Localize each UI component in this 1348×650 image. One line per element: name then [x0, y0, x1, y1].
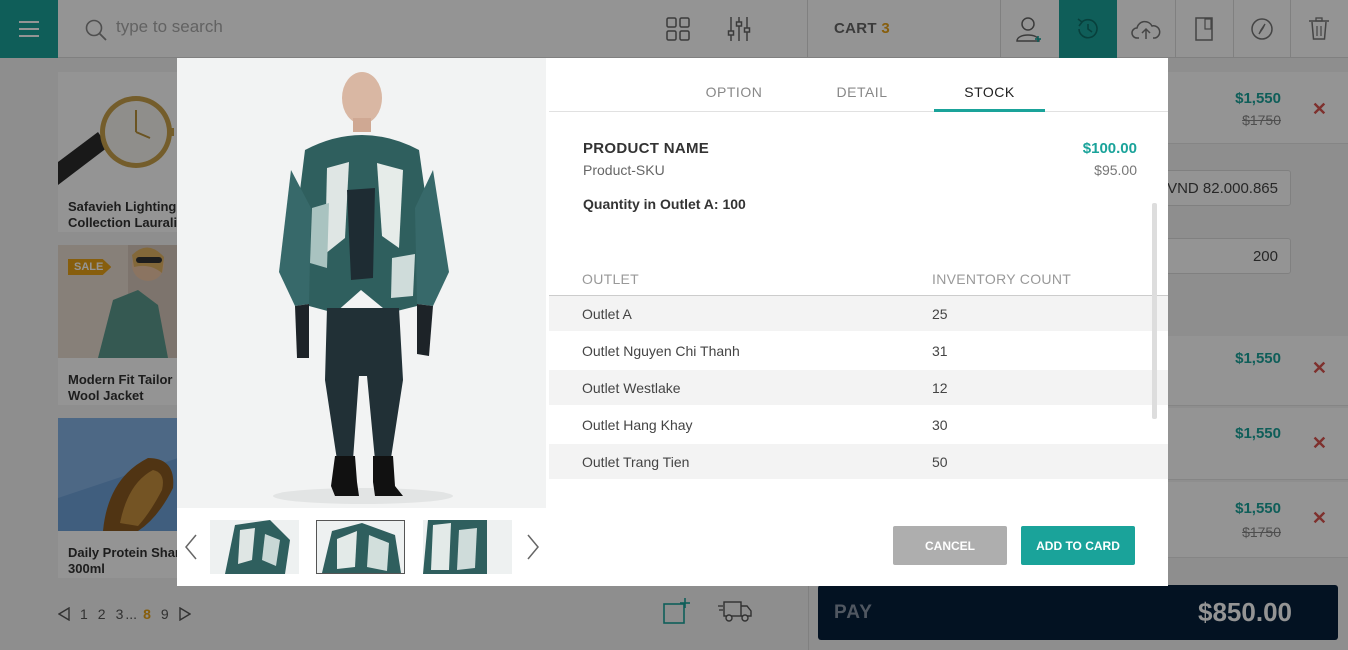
quantity-note: Quantity in Outlet A: 100: [583, 196, 746, 212]
chevron-left-icon[interactable]: [184, 534, 198, 560]
tab-detail[interactable]: DETAIL: [815, 84, 909, 100]
active-tab-indicator: [934, 109, 1045, 112]
scrollbar[interactable]: [1152, 203, 1157, 419]
table-row[interactable]: Outlet Nguyen Chi Thanh 31: [549, 333, 1168, 368]
thumbnail[interactable]: [423, 520, 512, 574]
table-row[interactable]: Outlet A 25: [549, 296, 1168, 331]
outlet-name: Outlet Hang Khay: [582, 417, 693, 433]
thumbnail-selected[interactable]: [316, 520, 405, 574]
thumbnail-strip: [177, 508, 546, 586]
product-photo: [177, 58, 546, 508]
add-to-cart-button[interactable]: ADD TO CARD: [1021, 526, 1135, 565]
product-price: $100.00: [1082, 140, 1137, 157]
inventory-count: 30: [932, 417, 948, 433]
column-header-outlet: OUTLET: [582, 271, 640, 287]
tab-option[interactable]: OPTION: [687, 84, 781, 100]
inventory-count: 31: [932, 343, 948, 359]
table-row[interactable]: Outlet Westlake 12: [549, 370, 1168, 405]
inventory-count: 50: [932, 454, 948, 470]
outlet-name: Outlet Trang Tien: [582, 454, 690, 470]
outlet-name: Outlet Nguyen Chi Thanh: [582, 343, 740, 359]
product-sku: Product-SKU: [583, 162, 665, 178]
table-row[interactable]: Outlet Trang Tien 50: [549, 444, 1168, 479]
product-secondary-price: $95.00: [1094, 162, 1137, 178]
column-header-inventory: INVENTORY COUNT: [932, 271, 1072, 287]
tab-stock[interactable]: STOCK: [934, 84, 1045, 100]
inventory-count: 12: [932, 380, 948, 396]
product-detail-modal: OPTION DETAIL STOCK PRODUCT NAME Product…: [177, 58, 1168, 586]
cancel-button[interactable]: CANCEL: [893, 526, 1007, 565]
product-name: PRODUCT NAME: [583, 140, 710, 157]
outlet-name: Outlet A: [582, 306, 632, 322]
thumbnail[interactable]: [210, 520, 299, 574]
table-row[interactable]: Outlet Hang Khay 30: [549, 407, 1168, 442]
inventory-count: 25: [932, 306, 948, 322]
chevron-right-icon[interactable]: [526, 534, 540, 560]
outlet-name: Outlet Westlake: [582, 380, 681, 396]
